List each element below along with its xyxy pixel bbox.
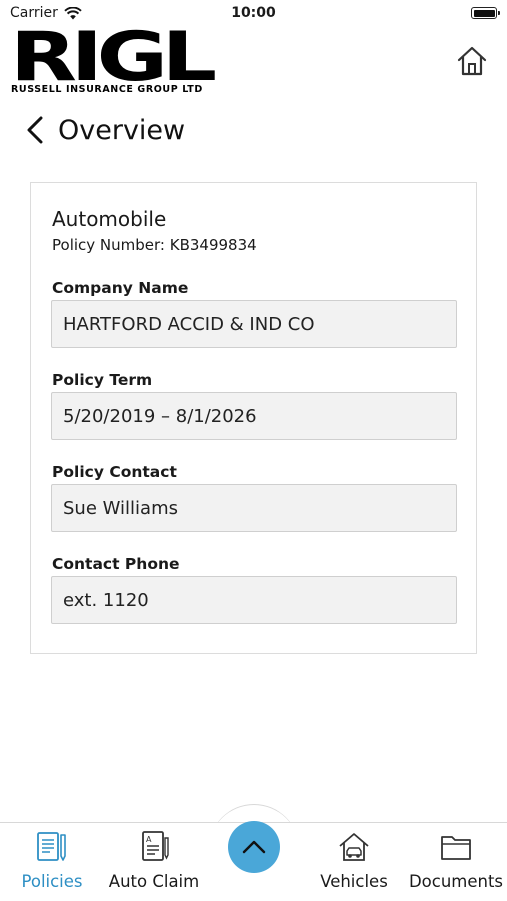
contact-phone-field[interactable]: ext. 1120	[51, 576, 457, 624]
policy-term-label: Policy Term	[52, 371, 153, 389]
tab-auto-claim-label: Auto Claim	[108, 872, 200, 891]
expand-menu-button[interactable]	[228, 821, 280, 873]
tab-documents-label: Documents	[408, 872, 504, 891]
company-name-label: Company Name	[52, 279, 189, 297]
auto-claim-icon: A	[142, 831, 169, 861]
svg-text:A: A	[146, 835, 152, 844]
home-button[interactable]	[455, 44, 489, 78]
policy-card: Automobile Policy Number: KB3499834 Comp…	[30, 182, 477, 654]
contact-phone-label: Contact Phone	[52, 555, 180, 573]
battery-icon	[471, 7, 500, 19]
tab-policies[interactable]: Policies	[18, 829, 86, 899]
company-logo: RIGL RUSSELL INSURANCE GROUP LTD	[10, 24, 256, 98]
back-chevron-icon[interactable]	[24, 115, 46, 145]
tab-vehicles-label: Vehicles	[320, 872, 388, 891]
policy-number: Policy Number: KB3499834	[52, 236, 257, 254]
policies-icon	[37, 832, 66, 861]
vehicles-icon	[339, 833, 369, 861]
policy-term-field: 5/20/2019 – 8/1/2026	[51, 392, 457, 440]
home-icon	[457, 46, 487, 76]
tab-auto-claim[interactable]: A Auto Claim	[108, 829, 200, 899]
page-header: Overview	[24, 110, 185, 150]
tab-vehicles[interactable]: Vehicles	[318, 829, 390, 899]
documents-icon	[441, 836, 471, 860]
logo-wordmark: RIGL	[10, 18, 217, 97]
chevron-up-icon	[242, 840, 266, 854]
policy-type: Automobile	[52, 207, 167, 231]
tab-policies-label: Policies	[21, 872, 83, 891]
company-name-field: HARTFORD ACCID & IND CO	[51, 300, 457, 348]
page-title: Overview	[58, 114, 186, 146]
tab-documents[interactable]: Documents	[408, 829, 504, 899]
logo-subtitle: RUSSELL INSURANCE GROUP LTD	[11, 84, 203, 95]
policy-contact-label: Policy Contact	[52, 463, 177, 481]
policy-contact-field: Sue Williams	[51, 484, 457, 532]
